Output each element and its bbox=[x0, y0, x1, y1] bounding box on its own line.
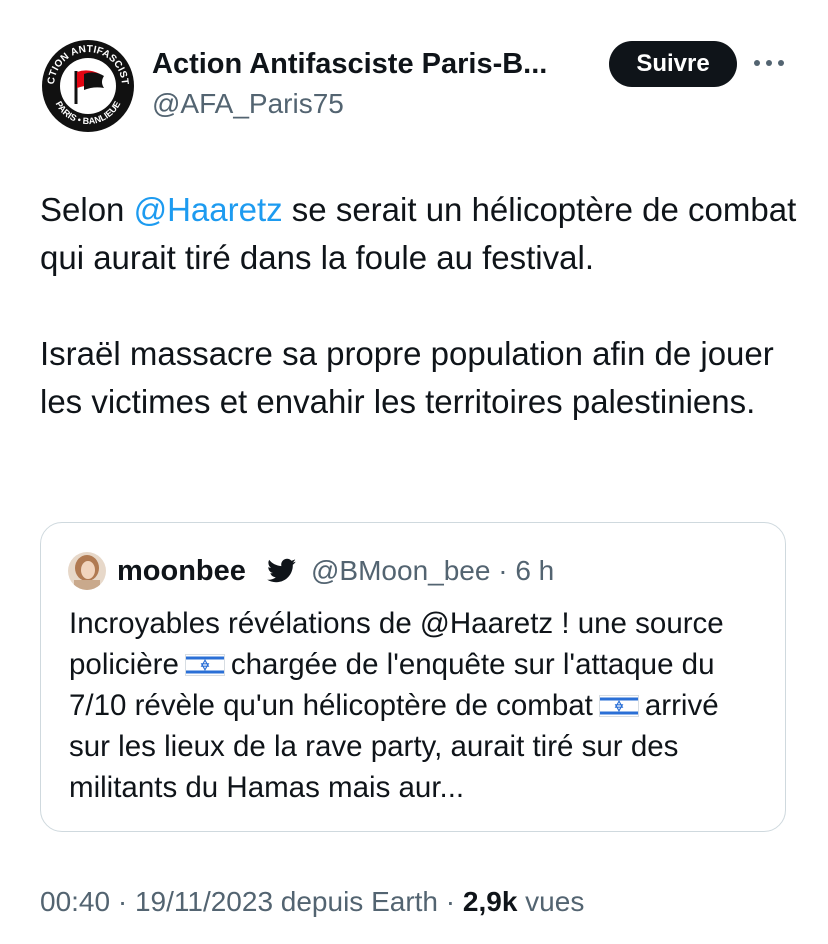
tweet-metadata: 00:40 · 19/11/2023 depuis Earth · 2,9k v… bbox=[40, 882, 584, 922]
author-handle[interactable]: @AFA_Paris75 bbox=[152, 86, 344, 122]
tweet-body: Selon @Haaretz se serait un hélicoptère … bbox=[40, 186, 800, 474]
tweet-paragraph-1: Selon @Haaretz se serait un hélicoptère … bbox=[40, 186, 800, 282]
tweet-paragraph-2: Israël massacre sa propre population afi… bbox=[40, 335, 774, 420]
views-count: 2,9k bbox=[462, 886, 518, 917]
tweet-text-prefix: Selon bbox=[40, 191, 134, 228]
antifa-logo-avatar-icon: ACTION ANTIFASCISTE PARIS • BANLIEUE bbox=[40, 38, 136, 134]
quoted-tweet-card[interactable]: moonbee @BMoon_bee · 6 h Incroyables rév… bbox=[40, 522, 786, 832]
views-label: vues bbox=[517, 886, 585, 917]
profile-photo-icon bbox=[68, 552, 106, 590]
israel-flag-icon bbox=[598, 687, 639, 717]
quoted-author-handle-time[interactable]: @BMoon_bee · 6 h bbox=[311, 553, 554, 589]
quoted-tweet-text: Incroyables révélations de @Haaretz ! un… bbox=[69, 603, 759, 808]
author-display-name[interactable]: Action Antifasciste Paris-B... bbox=[152, 44, 592, 84]
quoted-author-name[interactable]: moonbee bbox=[117, 553, 246, 589]
timestamp-source[interactable]: 00:40 · 19/11/2023 depuis Earth · bbox=[40, 886, 463, 917]
mention-link-haaretz[interactable]: @Haaretz bbox=[134, 191, 283, 228]
follow-button[interactable]: Suivre bbox=[609, 41, 737, 87]
israel-flag-icon bbox=[184, 646, 225, 676]
twitter-bird-icon bbox=[267, 558, 297, 584]
author-avatar[interactable]: ACTION ANTIFASCISTE PARIS • BANLIEUE bbox=[40, 38, 136, 134]
quoted-author-avatar[interactable] bbox=[68, 552, 106, 590]
more-options-icon[interactable] bbox=[750, 50, 788, 76]
